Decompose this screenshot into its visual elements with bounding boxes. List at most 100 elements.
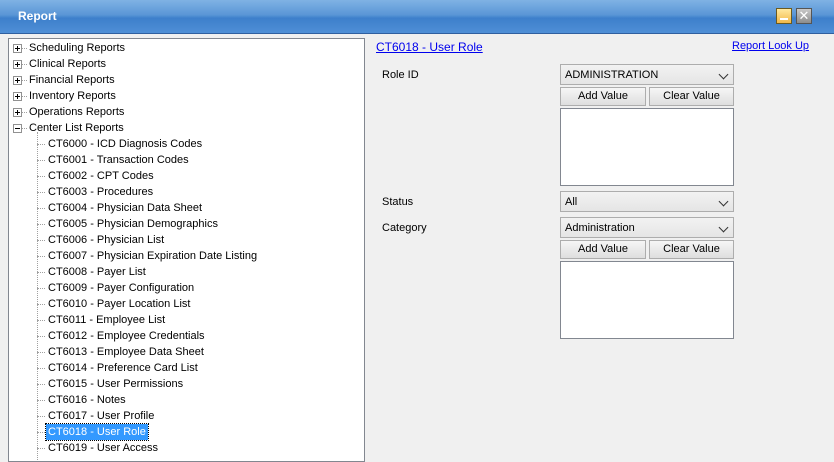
tree-group-label: Financial Reports [29,74,115,86]
chevron-down-icon [718,69,729,80]
tree-connector [37,352,45,353]
collapse-icon[interactable] [13,124,22,133]
category-label: Category [382,222,427,234]
minimize-button[interactable] [776,8,792,24]
tree-report-item[interactable]: CT6006 - Physician List [9,232,364,248]
expand-icon[interactable] [13,108,22,117]
tree-report-label: CT6001 - Transaction Codes [48,154,189,166]
tree-connector [37,132,38,461]
tree-report-item[interactable]: CT6017 - User Profile [9,408,364,424]
tree-report-label: CT6005 - Physician Demographics [48,218,218,230]
tree-group-label: Center List Reports [29,122,124,134]
tree-report-label: CT6011 - Employee List [48,314,166,326]
tree-report-label: CT6006 - Physician List [48,234,165,246]
tree-report-label: CT6014 - Preference Card List [48,362,198,374]
expand-icon[interactable] [13,76,22,85]
title-bar: Report ✕ [0,0,834,34]
tree-report-item[interactable]: CT6010 - Payer Location List [9,296,364,312]
tree-report-label: CT6012 - Employee Credentials [48,330,205,342]
tree-report-label: CT6016 - Notes [48,394,126,406]
tree-connector [37,448,45,449]
tree-connector [37,240,45,241]
tree-group-label: Scheduling Reports [29,42,126,54]
tree-report-label: CT6007 - Physician Expiration Date Listi… [48,250,258,262]
tree-report-item[interactable]: CT6018 - User Role [9,423,364,441]
status-value: All [565,196,578,208]
expand-icon[interactable] [13,60,22,69]
tree-group-row[interactable]: Center List Reports [9,120,364,136]
tree-report-item[interactable]: CT6011 - Employee List [9,312,364,328]
category-clear-value-button[interactable]: Clear Value [649,240,734,259]
tree-report-item[interactable]: CT6005 - Physician Demographics [9,216,364,232]
tree-report-label: CT6013 - Employee Data Sheet [48,346,204,358]
tree-connector [37,192,45,193]
tree-report-item[interactable]: CT6003 - Procedures [9,184,364,200]
status-dropdown[interactable]: All [560,191,734,212]
tree-connector [37,368,45,369]
report-tree[interactable]: Scheduling Reports Clinical Reports Financ… [8,38,365,462]
status-label: Status [382,196,414,208]
tree-connector [37,320,45,321]
tree-report-item[interactable]: CT6015 - User Permissions [9,376,364,392]
tree-report-item[interactable]: CT6002 - CPT Codes [9,168,364,184]
role-id-values-list[interactable] [560,108,734,186]
tree-connector [37,176,45,177]
tree-connector [37,224,45,225]
tree-group-row[interactable]: Scheduling Reports [9,40,364,56]
category-add-value-button[interactable]: Add Value [560,240,646,259]
tree-connector [37,336,45,337]
tree-group-row[interactable]: Clinical Reports [9,56,364,72]
tree-report-item[interactable]: CT6001 - Transaction Codes [9,152,364,168]
tree-connector [37,256,45,257]
category-value: Administration [565,222,635,234]
tree-connector [37,144,45,145]
tree-connector [37,416,45,417]
tree-report-item[interactable]: CT6012 - Employee Credentials [9,328,364,344]
tree-connector [37,288,45,289]
role-id-clear-value-button[interactable]: Clear Value [649,87,734,106]
tree-group-label: Clinical Reports [29,58,107,70]
tree-connector [37,400,45,401]
window-title: Report [18,9,57,23]
expand-icon[interactable] [13,44,22,53]
role-id-value: ADMINISTRATION [565,69,659,81]
tree-report-label: CT6019 - User Access [48,442,159,454]
tree-report-item[interactable]: CT6009 - Payer Configuration [9,280,364,296]
close-button[interactable]: ✕ [796,8,812,24]
tree-connector [37,304,45,305]
category-dropdown[interactable]: Administration [560,217,734,238]
tree-connector [37,384,45,385]
tree-report-item[interactable]: CT6016 - Notes [9,392,364,408]
chevron-down-icon [718,222,729,233]
role-id-dropdown[interactable]: ADMINISTRATION [560,64,734,85]
tree-report-label: CT6008 - Payer List [48,266,146,278]
tree-report-item[interactable]: CT6019 - User Access [9,440,364,456]
tree-group-label: Inventory Reports [29,90,116,102]
role-id-add-value-button[interactable]: Add Value [560,87,646,106]
tree-report-label: CT6009 - Payer Configuration [48,282,195,294]
category-values-list[interactable] [560,261,734,339]
tree-group-label: Operations Reports [29,106,125,118]
tree-report-label: CT6002 - CPT Codes [48,170,154,182]
tree-report-label: CT6010 - Payer Location List [48,298,191,310]
chevron-down-icon [718,196,729,207]
tree-connector [37,432,45,433]
tree-report-item[interactable]: CT6014 - Preference Card List [9,360,364,376]
tree-group-row[interactable]: Financial Reports [9,72,364,88]
report-window: Report ✕ Scheduling Reports Clinical Repo… [0,0,834,462]
tree-report-item[interactable]: CT6008 - Payer List [9,264,364,280]
tree-report-label: CT6017 - User Profile [48,410,155,422]
tree-group-row[interactable]: Operations Reports [9,104,364,120]
tree-report-label: CT6000 - ICD Diagnosis Codes [48,138,203,150]
role-id-label: Role ID [382,69,419,81]
tree-report-item[interactable]: CT6013 - Employee Data Sheet [9,344,364,360]
tree-report-item[interactable]: CT6007 - Physician Expiration Date Listi… [9,248,364,264]
expand-icon[interactable] [13,92,22,101]
tree-report-item[interactable]: CT6000 - ICD Diagnosis Codes [9,136,364,152]
tree-report-label: CT6003 - Procedures [48,186,154,198]
report-title-link[interactable]: CT6018 - User Role [376,40,483,54]
tree-connector [37,160,45,161]
tree-group-row[interactable]: Inventory Reports [9,88,364,104]
tree-report-item[interactable]: CT6004 - Physician Data Sheet [9,200,364,216]
report-look-up-link[interactable]: Report Look Up [732,40,809,52]
